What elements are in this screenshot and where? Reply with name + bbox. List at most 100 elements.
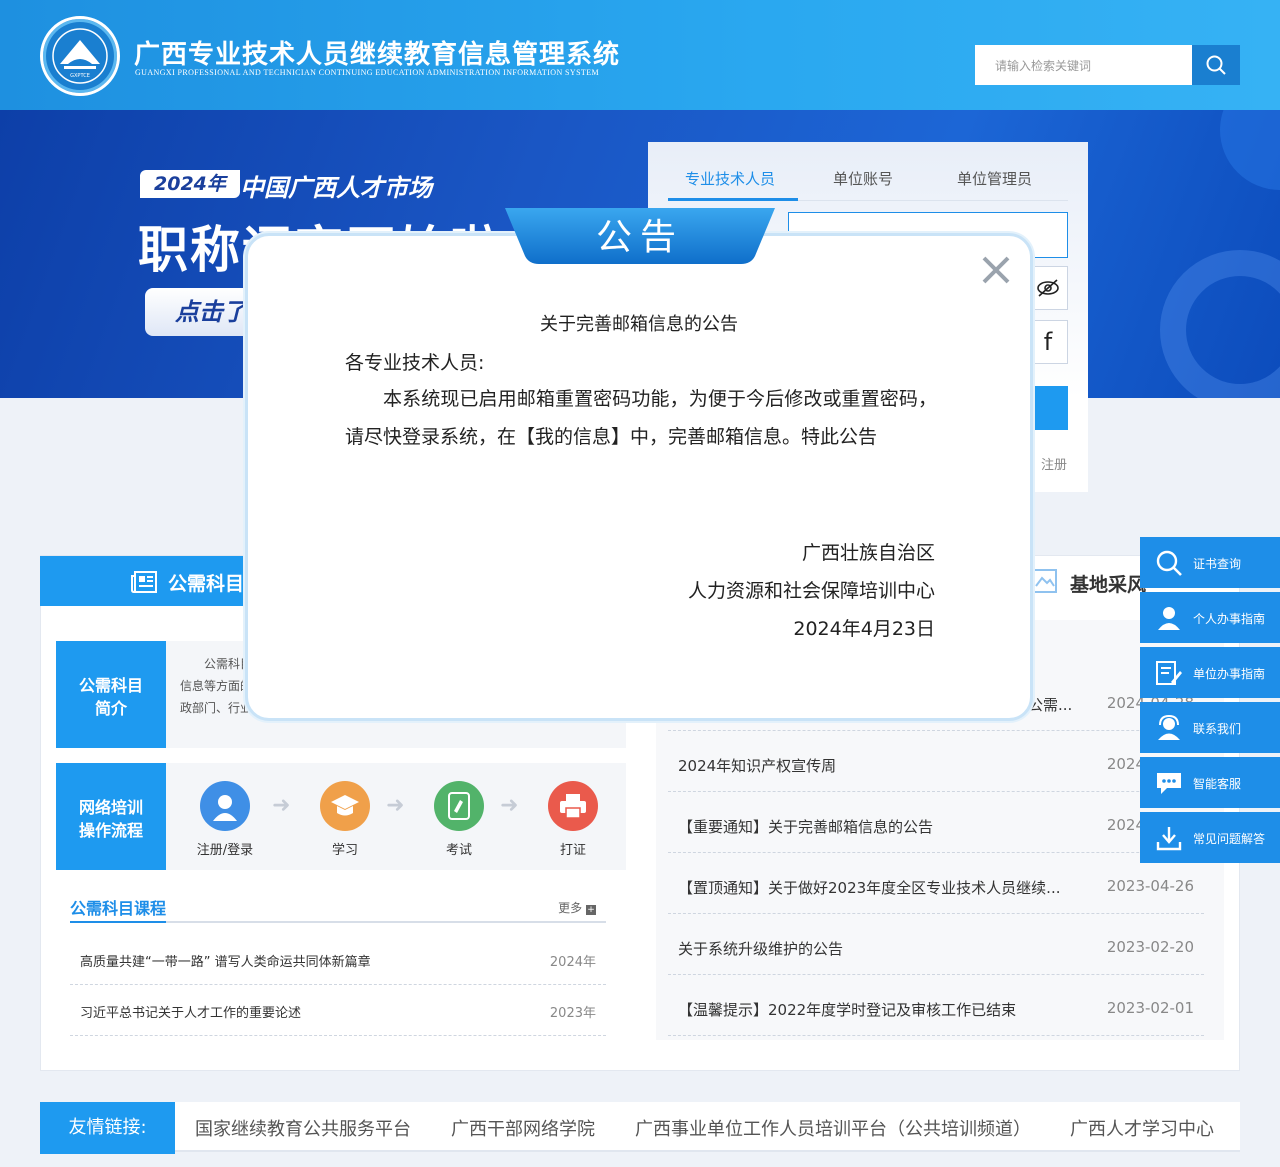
flow-label-line: 网络培训 — [78, 798, 143, 817]
plus-icon: + — [586, 905, 596, 915]
side-label: 常见问题解答 — [1193, 832, 1266, 846]
gallery-icon — [1031, 569, 1057, 593]
course-row[interactable]: 高质量共建“一带一路” 谱写人类命运共同体新篇章 2024年 — [70, 935, 606, 985]
courses-title: 公需科目课程 — [70, 899, 167, 918]
modal-date: 2024年4月23日 — [793, 618, 935, 640]
step-label: 注册/登录 — [196, 843, 254, 858]
side-certificate-query[interactable]: 证书查询 — [1140, 537, 1280, 588]
news-date: 2023-04-26 — [1106, 877, 1194, 895]
side-personal-guide[interactable]: 个人办事指南 — [1140, 592, 1280, 643]
news-date: 2023-02-01 — [1106, 999, 1194, 1017]
intro-label-line: 公需科目 — [78, 676, 143, 695]
side-label: 智能客服 — [1193, 777, 1242, 791]
news-row[interactable]: 【温馨提示】2022年度学时登记及审核工作已结束 2023-02-01 — [668, 975, 1204, 1036]
register-link[interactable]: 注册 — [1041, 454, 1067, 473]
course-date: 2024年 — [549, 955, 596, 970]
step-print[interactable]: 打证 — [538, 781, 608, 858]
logo-emblem-icon: GXPTCE — [52, 28, 108, 84]
side-label: 证书查询 — [1193, 557, 1242, 571]
news-row[interactable]: 2024年知识产权宣传周 2024-04-26 — [668, 731, 1204, 792]
login-button[interactable] — [1028, 386, 1068, 430]
step-register[interactable]: 注册/登录 — [190, 781, 260, 858]
headset-icon — [1154, 713, 1184, 743]
news-row[interactable]: 【重要通知】关于完善邮箱信息的公告 2024-04-23 — [668, 792, 1204, 853]
intro-label-line: 简介 — [94, 699, 127, 718]
arrow-icon: ➜ — [386, 793, 405, 818]
modal-tab-title: 公告 — [595, 217, 684, 258]
site-header: GXPTCE 广西专业技术人员继续教育信息管理系统 GUANGXI PROFES… — [0, 0, 1280, 110]
courses-header: 公需科目课程 更多 + — [70, 893, 606, 923]
more-link[interactable]: 更多 + — [558, 899, 596, 916]
search-input[interactable]: 请输入检索关键词 — [975, 45, 1192, 85]
link-gx-public-training[interactable]: 广西事业单位工作人员培训平台（公共培训频道） — [635, 1115, 1031, 1141]
logo-text: GXPTCE — [70, 73, 90, 79]
step-study[interactable]: 学习 — [310, 781, 380, 858]
graduation-cap-icon — [320, 781, 370, 831]
exam-icon — [434, 781, 484, 831]
tab-unit-admin[interactable]: 单位管理员 — [957, 168, 1032, 189]
link-gx-talent[interactable]: 广西人才学习中心 — [1070, 1115, 1214, 1141]
news-row[interactable]: 关于系统升级维护的公告 2023-02-20 — [668, 914, 1204, 975]
chat-icon — [1154, 768, 1184, 798]
side-label: 联系我们 — [1193, 722, 1242, 736]
flow-label-line: 操作流程 — [78, 821, 143, 840]
newspaper-icon — [131, 571, 157, 593]
banner-tag: 2024年 — [140, 170, 240, 198]
side-faq[interactable]: 常见问题解答 — [1140, 812, 1280, 863]
modal-sign-org2: 人力资源和社会保障培训中心 — [687, 580, 935, 602]
course-row[interactable]: 习近平总书记关于人才工作的重要论述 2023年 — [70, 986, 606, 1036]
tab-unit-account[interactable]: 单位账号 — [833, 168, 893, 189]
step-label: 打证 — [559, 843, 586, 858]
user-icon — [200, 781, 250, 831]
captcha-image[interactable]: f — [1028, 320, 1068, 364]
site-logo[interactable]: GXPTCE — [40, 16, 120, 96]
banner-decoration — [1160, 250, 1280, 398]
section-title: 公需科目 — [168, 573, 245, 595]
link-gx-cadre[interactable]: 广西干部网络学院 — [451, 1115, 595, 1141]
training-flow: 注册/登录 ➜ 学习 ➜ 考试 ➜ 打证 — [166, 763, 626, 870]
news-row[interactable]: 【置顶通知】关于做好2023年度全区专业技术人员继续... 2023-04-26 — [668, 853, 1204, 914]
search-icon — [1206, 55, 1226, 75]
tab-professional[interactable]: 专业技术人员 — [685, 168, 775, 189]
person-icon — [1154, 603, 1184, 633]
link-national-ce[interactable]: 国家继续教育公共服务平台 — [195, 1115, 411, 1141]
modal-body: 本系统现已启用邮箱重置密码功能，为便于今后修改或重置密码，请尽快登录系统，在【我… — [345, 388, 937, 448]
modal-greeting: 各专业技术人员: — [345, 352, 485, 374]
step-label: 学习 — [331, 843, 358, 858]
more-label: 更多 — [558, 901, 583, 915]
side-label: 单位办事指南 — [1193, 667, 1266, 681]
toggle-password-icon[interactable] — [1028, 266, 1068, 310]
news-title: 【重要通知】关于完善邮箱信息的公告 — [678, 818, 934, 836]
friendly-links-bar: 友情链接: 国家继续教育公共服务平台 广西干部网络学院 广西事业单位工作人员培训… — [40, 1102, 1240, 1154]
news-title: 【置顶通知】关于做好2023年度全区专业技术人员继续... — [678, 879, 1061, 897]
side-smart-service[interactable]: 智能客服 — [1140, 757, 1280, 808]
download-icon — [1154, 823, 1184, 853]
modal-title: 关于完善邮箱信息的公告 — [540, 314, 738, 335]
side-unit-guide[interactable]: 单位办事指南 — [1140, 647, 1280, 698]
site-subtitle: GUANGXI PROFESSIONAL AND TECHNICIAN CONT… — [135, 68, 600, 77]
arrow-icon: ➜ — [272, 793, 291, 818]
side-label: 个人办事指南 — [1193, 612, 1266, 626]
step-exam[interactable]: 考试 — [424, 781, 494, 858]
site-title: 广西专业技术人员继续教育信息管理系统 — [134, 40, 621, 70]
news-title: 2024年知识产权宣传周 — [678, 757, 837, 775]
step-label: 考试 — [445, 843, 472, 858]
search-icon — [1154, 548, 1184, 578]
banner-line1: 中国广西人才市场 — [240, 174, 432, 202]
search-button[interactable] — [1192, 45, 1240, 85]
links-label: 友情链接: — [40, 1102, 175, 1154]
news-date: 2023-02-20 — [1106, 938, 1194, 956]
courses-title-underline — [70, 921, 166, 923]
course-date: 2023年 — [549, 1006, 596, 1021]
close-icon[interactable] — [978, 252, 1014, 288]
arrow-icon: ➜ — [500, 793, 519, 818]
news-title: 关于系统升级维护的公告 — [678, 940, 844, 958]
banner-decoration — [1220, 110, 1280, 190]
news-title: 【温馨提示】2022年度学时登记及审核工作已结束 — [678, 1001, 1017, 1019]
course-title: 习近平总书记关于人才工作的重要论述 — [80, 1006, 302, 1021]
modal-sign-org1: 广西壮族自治区 — [801, 542, 935, 564]
section-title-right: 基地采风 — [1070, 574, 1147, 596]
side-contact-us[interactable]: 联系我们 — [1140, 702, 1280, 753]
tab-active-underline — [668, 198, 798, 201]
intro-label: 公需科目 简介 — [56, 641, 166, 748]
